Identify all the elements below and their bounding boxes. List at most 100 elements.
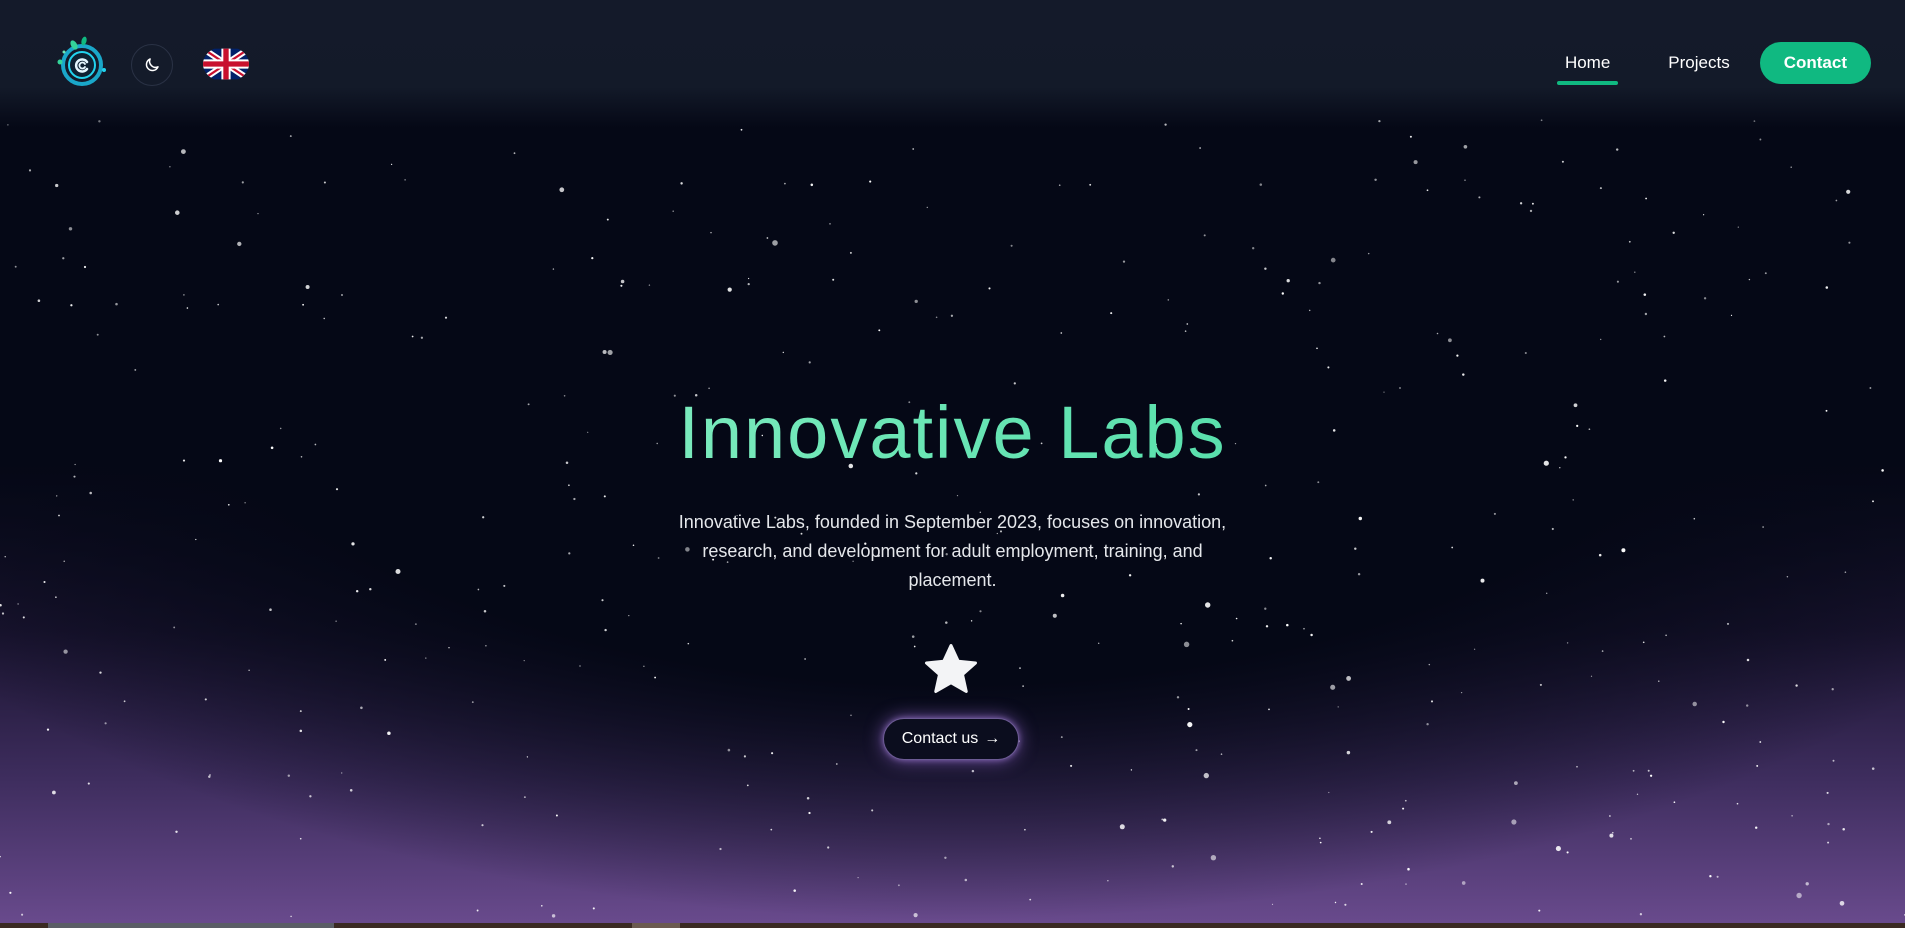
star-dot: [592, 907, 595, 910]
star-dot: [1052, 613, 1057, 618]
star-dot: [1167, 299, 1170, 301]
star-dot: [1621, 548, 1626, 553]
moon-icon: [145, 58, 159, 72]
star-dot: [299, 837, 302, 840]
star-dot: [341, 294, 343, 296]
star-dot: [604, 628, 607, 632]
star-dot: [420, 336, 424, 339]
star-dot: [1184, 330, 1187, 332]
star-dot: [1835, 199, 1838, 202]
star-dot: [1029, 898, 1032, 901]
star-dot: [248, 669, 250, 671]
star-dot: [349, 789, 353, 792]
star-dot: [1663, 379, 1667, 382]
star-dot: [1538, 909, 1541, 912]
star-dot: [552, 268, 555, 270]
star-dot: [355, 589, 359, 593]
star-dot: [62, 257, 65, 260]
star-dot: [541, 905, 543, 907]
star-dot: [14, 265, 17, 268]
star-dot: [1722, 720, 1725, 724]
star-dot: [1576, 765, 1578, 768]
star-dot: [1848, 241, 1851, 244]
star-dot: [964, 878, 968, 882]
star-dot: [1762, 526, 1764, 528]
star-dot: [1405, 883, 1407, 885]
star-dot: [1357, 572, 1361, 576]
language-switch-button[interactable]: [203, 46, 249, 82]
star-dot: [1259, 183, 1263, 186]
star-dot: [1756, 764, 1759, 767]
star-dot: [1448, 338, 1452, 343]
star-dot: [1572, 499, 1574, 501]
star-dot: [173, 626, 176, 629]
star-dot: [1204, 602, 1211, 608]
star-dot: [680, 182, 683, 185]
star-dot: [897, 884, 900, 887]
star-dot: [1514, 781, 1518, 785]
star-dot: [186, 307, 189, 309]
star-dot: [1187, 722, 1193, 728]
star-dot: [123, 700, 126, 703]
theme-toggle-button[interactable]: [131, 44, 173, 86]
contact-button[interactable]: Contact: [1759, 42, 1871, 84]
star-dot: [1672, 231, 1675, 234]
star-dot: [1426, 189, 1429, 192]
contact-us-label: Contact us: [901, 730, 979, 747]
star-dot: [1796, 892, 1802, 899]
star-dot: [747, 277, 750, 280]
star-dot: [1060, 332, 1063, 334]
star-dot: [46, 728, 50, 731]
star-dot: [1089, 183, 1092, 186]
swirl-logo-icon[interactable]: [52, 34, 110, 92]
star-dot: [43, 580, 46, 584]
star-dot: [1330, 684, 1336, 690]
star-dot: [1303, 627, 1305, 630]
star-dot: [835, 763, 838, 765]
star-dot: [1404, 799, 1407, 802]
contact-us-button[interactable]: Contact us →: [883, 718, 1019, 760]
star-dot: [115, 302, 118, 306]
star-dot: [1161, 818, 1164, 821]
star-dot: [1319, 837, 1321, 840]
star-dot: [606, 218, 609, 221]
star-dot: [1367, 252, 1370, 255]
star-dot: [1319, 841, 1322, 844]
star-dot: [804, 658, 806, 660]
star-dot: [70, 304, 73, 307]
star-dot: [1825, 286, 1829, 289]
star-dot: [603, 495, 606, 498]
star-dot: [1628, 240, 1631, 243]
site-header: Home Projects Contact: [0, 0, 1905, 128]
star-dot: [1197, 493, 1201, 496]
star-dot: [99, 671, 102, 674]
star-dot: [1643, 293, 1647, 296]
star-dot: [1019, 667, 1021, 669]
star-dot: [1786, 576, 1789, 578]
nav-projects-link[interactable]: Projects: [1652, 42, 1745, 84]
star-dot: [335, 488, 339, 491]
star-dot: [1703, 214, 1705, 216]
star-dot: [1122, 260, 1126, 263]
star-dot: [1464, 179, 1466, 181]
star-dot: [1407, 867, 1410, 871]
star-dot: [425, 657, 427, 659]
star-dot: [1630, 837, 1632, 840]
star-dot: [1473, 648, 1476, 650]
star-dot: [175, 210, 180, 215]
star-dot: [323, 317, 325, 320]
star-dot: [926, 206, 929, 209]
star-dot: [28, 169, 32, 172]
star-dot: [4, 556, 6, 558]
star-dot: [1839, 900, 1845, 906]
star-dot: [1590, 675, 1593, 677]
star-dot: [782, 351, 784, 354]
star-dot: [1195, 749, 1198, 752]
star-dot: [217, 303, 220, 306]
star-dot: [289, 135, 292, 138]
star-dot: [849, 251, 852, 254]
star-dot: [387, 731, 391, 736]
star-dot: [1344, 903, 1347, 906]
nav-home-link[interactable]: Home: [1549, 42, 1626, 85]
star-dot: [1110, 312, 1113, 315]
